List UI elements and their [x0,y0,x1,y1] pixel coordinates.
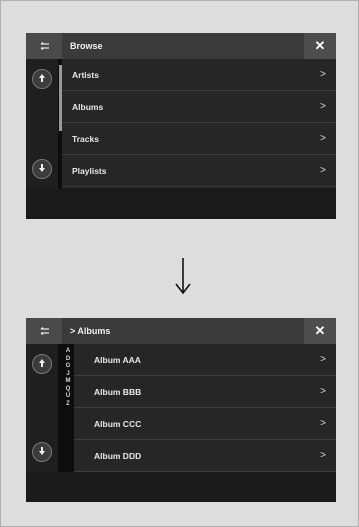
back-arrow-icon [38,324,50,338]
alpha-letter[interactable]: Z [66,401,70,409]
alpha-letter[interactable]: U [66,393,70,401]
page-up-icon [38,73,46,86]
scroll-up-button[interactable] [32,354,52,374]
page-down-icon [38,163,46,176]
list-item-artists[interactable]: Artists > [62,59,336,91]
browse-list: Artists > Albums > Tracks > Playlists > [62,59,336,189]
list-item-playlists[interactable]: Playlists > [62,155,336,187]
chevron-right-icon: > [320,450,326,461]
screen-title: > Albums [70,326,111,336]
back-button[interactable] [26,33,62,59]
alpha-letter[interactable]: G [66,363,71,371]
back-arrow-icon [38,39,50,53]
close-icon: ✕ [314,323,326,338]
alpha-letter[interactable]: Q [66,386,71,394]
scroll-down-button[interactable] [32,442,52,462]
alpha-letter[interactable]: D [66,356,70,364]
list-item-album[interactable]: Album DDD > [74,440,336,472]
alphabet-index[interactable]: A D G J M Q U Z [63,348,73,408]
list-item-label: Album DDD [94,450,142,461]
list-item-album[interactable]: Album CCC > [74,408,336,440]
list-item-label: Artists [72,69,99,80]
scroll-rail [26,344,58,472]
scroll-up-button[interactable] [32,69,52,89]
list-item-label: Tracks [72,133,99,144]
title-bar: Browse ✕ [26,33,336,59]
back-button[interactable] [26,318,62,344]
list-item-label: Albums [72,101,104,112]
list-item-label: Playlists [72,165,107,176]
down-arrow-icon [173,256,193,296]
list-item-label: Album BBB [94,386,142,397]
chevron-right-icon: > [320,101,326,112]
scroll-down-button[interactable] [32,159,52,179]
close-button[interactable]: ✕ [304,318,336,344]
list-item-label: Album CCC [94,418,142,429]
title-bar: > Albums ✕ [26,318,336,344]
albums-screen: > Albums ✕ A D G J M Q U Z Album AAA > A… [26,318,336,502]
bottom-bar [26,189,336,219]
albums-list: Album AAA > Album BBB > Album CCC > Albu… [74,344,336,472]
chevron-right-icon: > [320,354,326,365]
chevron-right-icon: > [320,418,326,429]
list-item-albums[interactable]: Albums > [62,91,336,123]
list-item-label: Album AAA [94,354,141,365]
alpha-letter[interactable]: J [66,371,69,379]
screen-title: Browse [70,41,103,51]
close-icon: ✕ [314,38,326,53]
close-button[interactable]: ✕ [304,33,336,59]
chevron-right-icon: > [320,386,326,397]
list-item-album[interactable]: Album BBB > [74,376,336,408]
list-item-album[interactable]: Album AAA > [74,344,336,376]
page-down-icon [38,446,46,459]
alpha-letter[interactable]: M [66,378,71,386]
page-up-icon [38,358,46,371]
alpha-letter[interactable]: A [66,348,70,356]
browse-screen: Browse ✕ Artists > Albums > Tracks > Pla… [26,33,336,219]
manual-figure: Browse ✕ Artists > Albums > Tracks > Pla… [0,0,359,527]
chevron-right-icon: > [320,133,326,144]
chevron-right-icon: > [320,69,326,80]
scroll-rail [26,59,58,189]
list-item-tracks[interactable]: Tracks > [62,123,336,155]
bottom-bar [26,472,336,502]
chevron-right-icon: > [320,165,326,176]
